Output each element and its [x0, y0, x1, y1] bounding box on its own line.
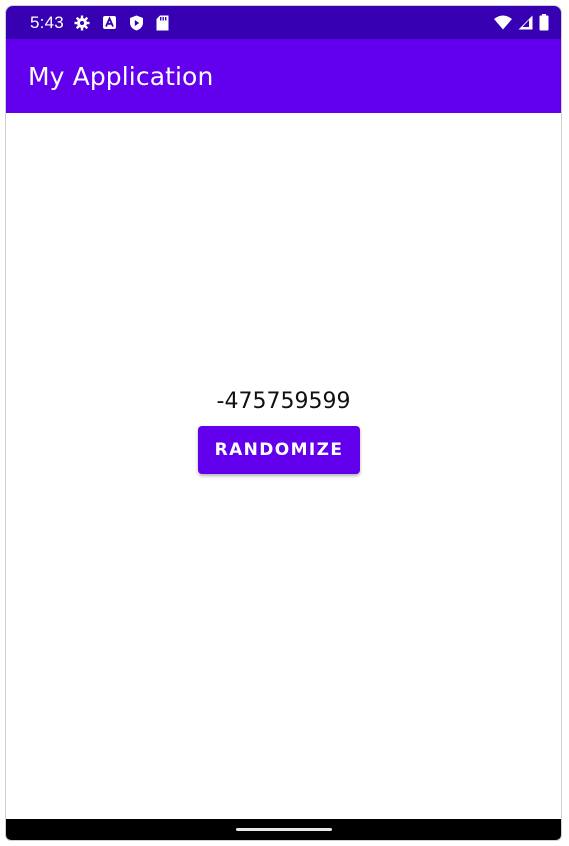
wifi-icon: [494, 15, 512, 30]
home-gesture-handle[interactable]: [235, 828, 332, 831]
status-icons-right: [494, 14, 549, 31]
status-icons-left: [74, 15, 169, 31]
device-frame: 5:43 My Application -475759599 RANDOMIZE: [5, 5, 562, 841]
status-bar: 5:43: [6, 6, 561, 39]
cell-signal-icon: [518, 15, 533, 30]
settings-gear-icon: [74, 15, 90, 31]
app-bar: My Application: [6, 39, 561, 113]
status-time: 5:43: [30, 12, 64, 32]
randomize-button[interactable]: RANDOMIZE: [198, 426, 360, 474]
main-content: -475759599 RANDOMIZE: [6, 113, 561, 821]
random-number-text: -475759599: [216, 389, 351, 414]
accessibility-a-icon: [102, 15, 117, 30]
battery-icon: [539, 14, 549, 31]
navigation-bar: [6, 819, 561, 840]
sd-card-icon: [156, 15, 169, 31]
play-protect-icon: [129, 15, 144, 31]
app-title: My Application: [28, 61, 214, 91]
